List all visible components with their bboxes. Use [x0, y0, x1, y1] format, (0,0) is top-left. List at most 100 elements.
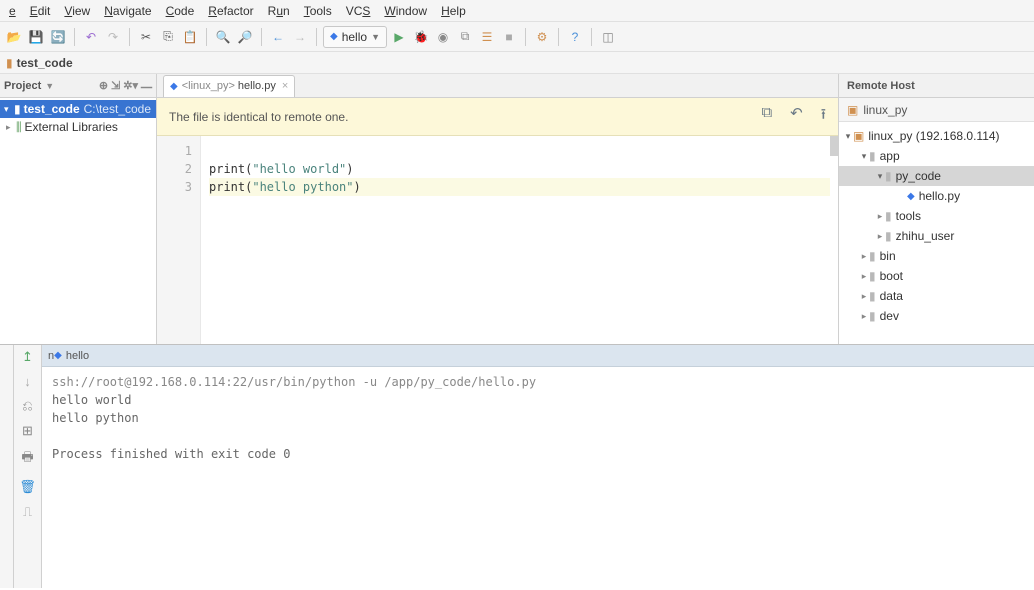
structure-icon[interactable]: ⚙ [532, 27, 552, 47]
chevron-right-icon[interactable]: ▸ [6, 122, 16, 133]
chevron-down-icon[interactable]: ▾ [4, 104, 14, 115]
menu-code[interactable]: Code [159, 2, 202, 20]
chevron-down-icon[interactable]: ▾ [875, 171, 885, 182]
run-icon[interactable]: ▶ [389, 27, 409, 47]
debug-icon[interactable]: 🐞 [411, 27, 431, 47]
remote-tree-row[interactable]: ▸▮dev [839, 306, 1034, 326]
compare-icon[interactable]: ⧉ [761, 104, 772, 129]
redo-icon[interactable]: ↷ [103, 27, 123, 47]
stop-icon[interactable]: ■ [499, 27, 519, 47]
menu-view[interactable]: View [57, 2, 97, 20]
code-line[interactable]: print("hello world") [209, 160, 838, 178]
chevron-down-icon[interactable]: ▼ [45, 81, 54, 91]
breadcrumb[interactable]: test_code [17, 56, 73, 70]
menu-help[interactable]: Help [434, 2, 473, 20]
undo-icon[interactable]: ↶ [81, 27, 101, 47]
folder-icon: ▮ [869, 289, 876, 303]
upload-icon[interactable]: ⭱ [821, 104, 826, 129]
chevron-down-icon: ▼ [371, 32, 380, 42]
menu-tools[interactable]: Tools [297, 2, 339, 20]
find-icon[interactable]: 🔍 [213, 27, 233, 47]
cut-icon[interactable]: ✂ [136, 27, 156, 47]
remote-tree[interactable]: ▾▣linux_py (192.168.0.114)▾▮app▾▮py_code… [839, 122, 1034, 344]
gear-icon[interactable]: ✲▾ [123, 79, 138, 92]
coverage-icon[interactable]: ◉ [433, 27, 453, 47]
remote-tree-row[interactable]: ▸▮zhihu_user [839, 226, 1034, 246]
remote-tree-row[interactable]: ◆hello.py [839, 186, 1034, 206]
project-root-row[interactable]: ▾ ▮ test_code C:\test_code [0, 100, 156, 118]
chevron-right-icon[interactable]: ▸ [859, 291, 869, 302]
settings-icon[interactable]: ⎍ [23, 504, 32, 520]
remote-tree-label: dev [880, 309, 899, 323]
remote-tree-row[interactable]: ▾▮py_code [839, 166, 1034, 186]
menu-refactor[interactable]: Refactor [201, 2, 260, 20]
folder-icon: ▮ [869, 149, 876, 163]
folder-icon: ▮ [14, 102, 21, 116]
menu-navigate[interactable]: Navigate [97, 2, 158, 20]
collapse-icon[interactable]: ⇲ [111, 79, 120, 92]
hide-icon[interactable]: ⎼ [141, 79, 152, 92]
stop-icon[interactable]: ↓ [24, 374, 31, 389]
target-icon[interactable]: ⊕ [99, 79, 108, 92]
remote-host-selector[interactable]: ▣ linux_py [839, 98, 1034, 122]
separator [74, 28, 75, 46]
menu-vcs[interactable]: VCS [339, 2, 378, 20]
trash-icon[interactable]: 🗑 [19, 479, 36, 495]
chevron-right-icon[interactable]: ▸ [859, 271, 869, 282]
concurrency-icon[interactable]: ☰ [477, 27, 497, 47]
console-tab-head[interactable]: n ◆ hello [42, 345, 1034, 367]
run-config-selector[interactable]: ◆ hello ▼ [323, 26, 387, 48]
editor-area[interactable]: 123 print("hello world")print("hello pyt… [157, 136, 838, 344]
code-line[interactable]: print("hello python") [209, 178, 830, 196]
help-icon[interactable]: ? [565, 27, 585, 47]
layout-icon[interactable]: ⊞ [22, 423, 33, 439]
revert-icon[interactable]: ↶ [790, 104, 803, 129]
chevron-right-icon[interactable]: ▸ [875, 231, 885, 242]
separator [591, 28, 592, 46]
chevron-down-icon[interactable]: ▾ [843, 131, 853, 142]
console-vertical-tab[interactable] [0, 345, 14, 588]
project-header-tools: ⊕ ⇲ ✲▾ ⎼ [99, 79, 152, 92]
remote-tree-row[interactable]: ▸▮boot [839, 266, 1034, 286]
remote-tree-row[interactable]: ▸▮bin [839, 246, 1034, 266]
menu-file[interactable]: e [2, 2, 23, 20]
remote-tree-label: zhihu_user [896, 229, 955, 243]
tab-prefix: <linux_py> [182, 80, 235, 92]
code-line[interactable] [209, 142, 838, 160]
editor-tab[interactable]: ◆ <linux_py> hello.py × [163, 75, 295, 97]
pause-icon[interactable]: ⎌ [22, 398, 32, 414]
remote-tree-row[interactable]: ▸▮tools [839, 206, 1034, 226]
remote-tree-row[interactable]: ▾▮app [839, 146, 1034, 166]
close-icon[interactable]: × [282, 80, 288, 92]
code-area[interactable]: print("hello world")print("hello python"… [201, 136, 838, 344]
rerun-icon[interactable]: ↥ [22, 349, 33, 365]
separator [261, 28, 262, 46]
plugin-icon[interactable]: ◫ [598, 27, 618, 47]
menu-run[interactable]: Run [261, 2, 297, 20]
chevron-right-icon[interactable]: ▸ [859, 311, 869, 322]
back-icon[interactable]: ← [268, 27, 288, 47]
console-output[interactable]: ssh://root@192.168.0.114:22/usr/bin/pyth… [42, 367, 1034, 588]
project-tree[interactable]: ▾ ▮ test_code C:\test_code ▸ ⫼ External … [0, 98, 156, 344]
replace-icon[interactable]: 🔎 [235, 27, 255, 47]
remote-tree-row[interactable]: ▾▣linux_py (192.168.0.114) [839, 126, 1034, 146]
project-sidebar: Project ▼ ⊕ ⇲ ✲▾ ⎼ ▾ ▮ test_code C:\test… [0, 74, 157, 344]
sync-icon[interactable]: 🔄 [48, 27, 68, 47]
print-icon[interactable]: 🖶 [21, 448, 33, 470]
profile-icon[interactable]: ⧉ [455, 27, 475, 47]
separator [525, 28, 526, 46]
external-libraries-row[interactable]: ▸ ⫼ External Libraries [0, 118, 156, 136]
menu-edit[interactable]: Edit [23, 2, 58, 20]
menu-window[interactable]: Window [377, 2, 434, 20]
open-icon[interactable]: 📂 [4, 27, 24, 47]
paste-icon[interactable]: 📋 [180, 27, 200, 47]
save-icon[interactable]: 💾 [26, 27, 46, 47]
chevron-right-icon[interactable]: ▸ [859, 251, 869, 262]
chevron-down-icon[interactable]: ▾ [859, 151, 869, 162]
forward-icon[interactable]: → [290, 27, 310, 47]
remote-host-title: Remote Host [847, 80, 915, 92]
copy-icon[interactable]: ⎘ [158, 27, 178, 47]
project-root-name: test_code [24, 102, 80, 116]
chevron-right-icon[interactable]: ▸ [875, 211, 885, 222]
remote-tree-row[interactable]: ▸▮data [839, 286, 1034, 306]
